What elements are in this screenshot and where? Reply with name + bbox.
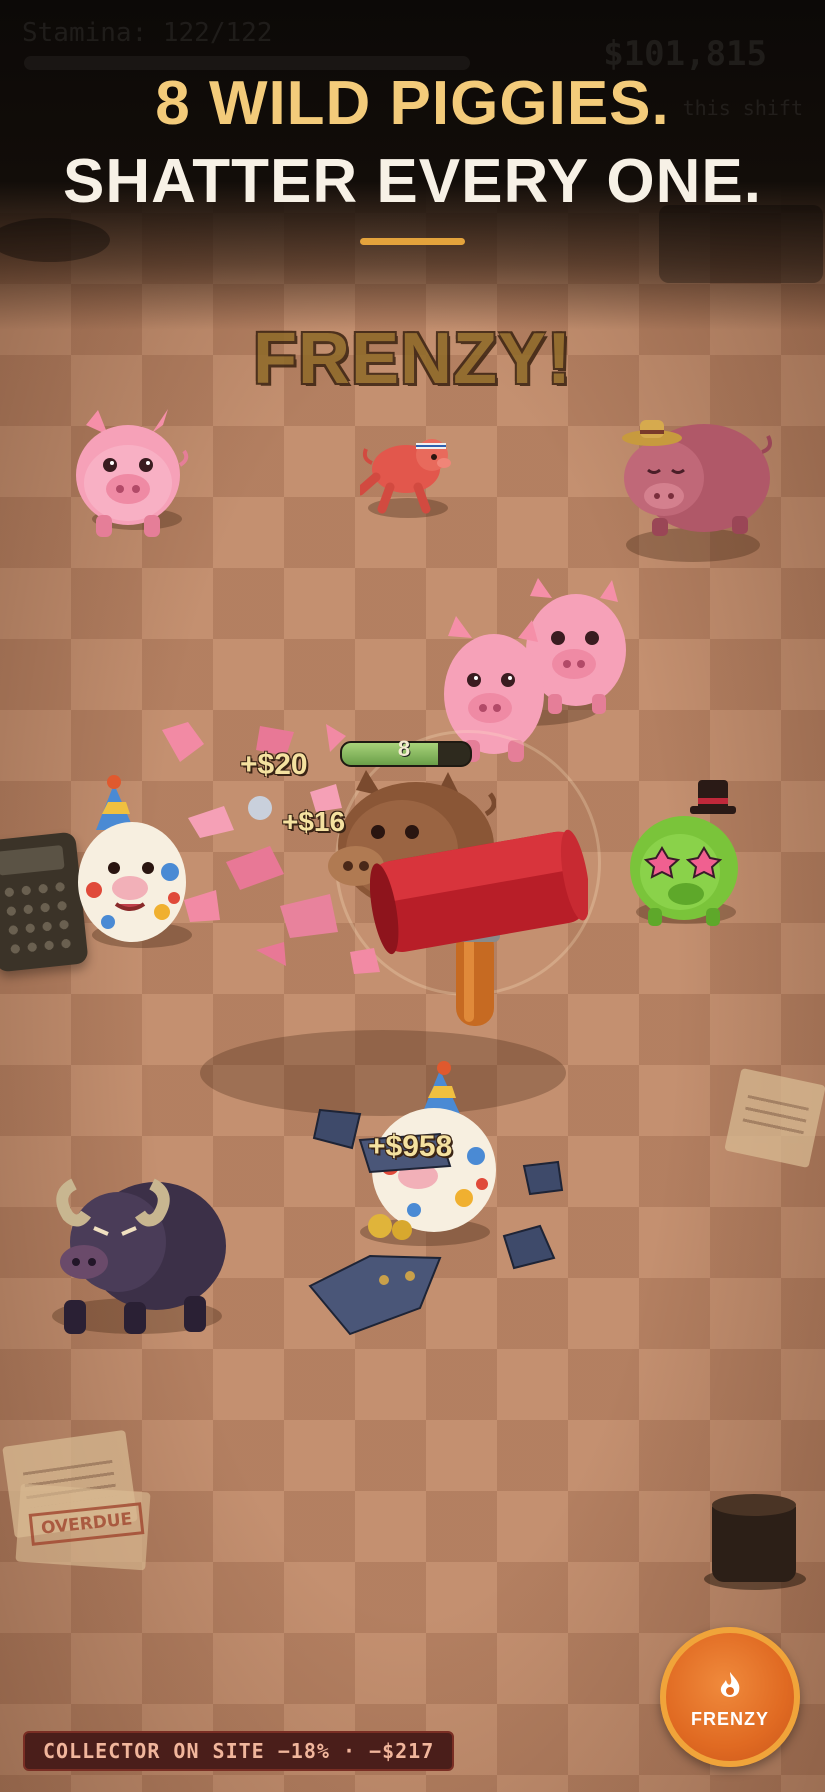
headline-line-2: SHATTER EVERY ONE. (63, 147, 762, 216)
sleepy-straw-hat-piggy[interactable] (612, 402, 772, 542)
reward-popup: +$20 (240, 748, 308, 781)
sprinting-red-piggy[interactable] (360, 425, 452, 517)
pink-piggy-bank[interactable] (68, 405, 190, 540)
sticky-note-prop (724, 1067, 825, 1169)
collector-status-bar: COLLECTOR ON SITE −18% · −$217 (23, 1731, 455, 1771)
green-top-hat-piggy[interactable] (628, 776, 748, 928)
reward-popup: +$16 (282, 806, 346, 837)
flame-icon (717, 1671, 743, 1709)
calculator-keys (0, 876, 76, 962)
coffee-mug-rim (712, 1494, 796, 1516)
frenzy-button-label: FRENZY (691, 1709, 769, 1729)
stamina-label: Stamina: 122/122 (22, 18, 273, 48)
headline-line-1: 8 WILD PIGGIES. (155, 69, 670, 138)
ram-horned-dark-piggy[interactable] (44, 1142, 230, 1338)
note-lines (741, 1095, 809, 1141)
headline-divider (360, 238, 465, 245)
calculator-screen (0, 844, 65, 876)
frenzy-button[interactable]: FRENZY (660, 1627, 800, 1767)
reward-popup: +$958 (368, 1130, 453, 1163)
red-mallet-hammer[interactable] (370, 828, 588, 1030)
frenzy-banner: FRENZY! (253, 319, 572, 399)
